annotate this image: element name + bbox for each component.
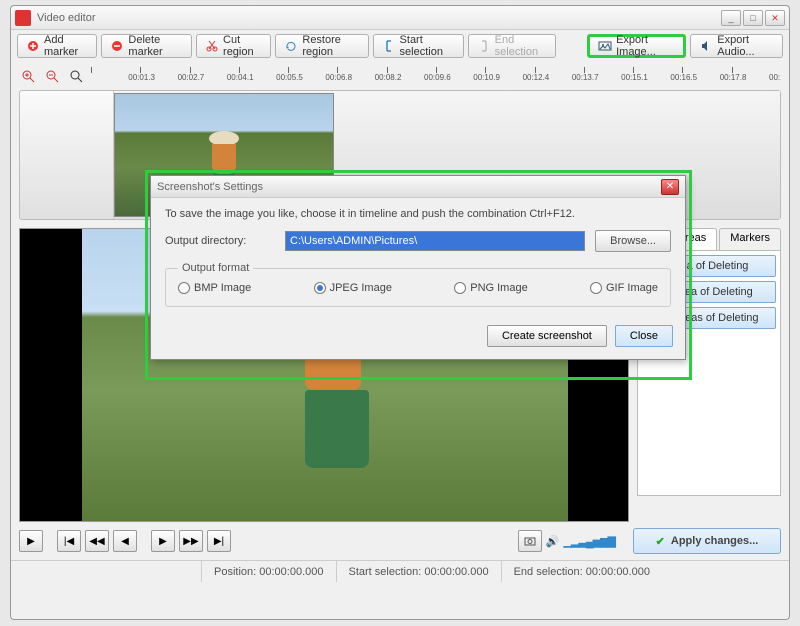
screenshot-settings-dialog: Screenshot's Settings ✕ To save the imag… bbox=[150, 175, 686, 360]
window-title: Video editor bbox=[37, 12, 721, 24]
toolbar: Add marker Delete marker Cut region Rest… bbox=[11, 30, 789, 62]
marker-minus-icon bbox=[110, 39, 124, 53]
end-selection-button: End selection bbox=[468, 34, 556, 58]
zoom-out-button[interactable] bbox=[43, 67, 61, 85]
cut-region-button[interactable]: Cut region bbox=[196, 34, 271, 58]
create-screenshot-button[interactable]: Create screenshot bbox=[487, 325, 607, 347]
rewind-button[interactable]: ◀◀ bbox=[85, 530, 109, 552]
fast-forward-button[interactable]: ▶▶ bbox=[179, 530, 203, 552]
minimize-button[interactable]: _ bbox=[721, 10, 741, 26]
position-value: 00:00:00.000 bbox=[259, 566, 323, 578]
zoom-fit-button[interactable] bbox=[67, 67, 85, 85]
radio-bmp[interactable]: BMP Image bbox=[178, 282, 251, 294]
close-button[interactable]: ✕ bbox=[765, 10, 785, 26]
apply-changes-button[interactable]: ✔Apply changes... bbox=[633, 528, 781, 554]
titlebar: Video editor _ □ ✕ bbox=[11, 6, 789, 30]
check-icon: ✔ bbox=[656, 535, 665, 548]
output-directory-field[interactable]: C:\Users\ADMIN\Pictures\ bbox=[285, 231, 585, 251]
dialog-close-action-button[interactable]: Close bbox=[615, 325, 673, 347]
restore-icon bbox=[284, 39, 298, 53]
tab-markers[interactable]: Markers bbox=[719, 228, 781, 250]
app-icon bbox=[15, 10, 31, 26]
track-header bbox=[20, 91, 114, 219]
go-end-button[interactable]: ▶| bbox=[207, 530, 231, 552]
marker-plus-icon bbox=[26, 39, 40, 53]
step-forward-button[interactable]: ▶ bbox=[151, 530, 175, 552]
dialog-title: Screenshot's Settings bbox=[157, 181, 661, 193]
export-image-button[interactable]: Export Image... bbox=[587, 34, 686, 58]
output-directory-label: Output directory: bbox=[165, 235, 275, 247]
radio-gif[interactable]: GIF Image bbox=[590, 282, 658, 294]
step-back-button[interactable]: ◀ bbox=[113, 530, 137, 552]
delete-marker-button[interactable]: Delete marker bbox=[101, 34, 192, 58]
restore-region-button[interactable]: Restore region bbox=[275, 34, 368, 58]
dialog-hint: To save the image you like, choose it in… bbox=[165, 208, 671, 220]
maximize-button[interactable]: □ bbox=[743, 10, 763, 26]
browse-button[interactable]: Browse... bbox=[595, 230, 671, 252]
radio-jpeg[interactable]: JPEG Image bbox=[314, 282, 392, 294]
end-selection-value: 00:00:00.000 bbox=[586, 566, 650, 578]
radio-png[interactable]: PNG Image bbox=[454, 282, 527, 294]
dialog-close-button[interactable]: ✕ bbox=[661, 179, 679, 195]
start-selection-button[interactable]: Start selection bbox=[373, 34, 464, 58]
play-button[interactable]: ▶ bbox=[19, 530, 43, 552]
snapshot-button[interactable] bbox=[518, 530, 542, 552]
add-marker-button[interactable]: Add marker bbox=[17, 34, 97, 58]
image-export-icon bbox=[598, 39, 612, 53]
scissors-icon bbox=[205, 39, 219, 53]
output-format-group: Output format BMP Image JPEG Image PNG I… bbox=[165, 262, 671, 307]
bracket-left-icon bbox=[382, 39, 396, 53]
audio-export-icon bbox=[699, 39, 713, 53]
start-selection-value: 00:00:00.000 bbox=[424, 566, 488, 578]
dialog-titlebar: Screenshot's Settings ✕ bbox=[151, 176, 685, 198]
export-audio-button[interactable]: Export Audio... bbox=[690, 34, 783, 58]
zoom-in-button[interactable] bbox=[19, 67, 37, 85]
bracket-right-icon bbox=[477, 39, 491, 53]
statusbar: Position: 00:00:00.000 Start selection: … bbox=[11, 560, 789, 582]
go-start-button[interactable]: |◀ bbox=[57, 530, 81, 552]
playback-controls: ▶ |◀ ◀◀ ◀ ▶ ▶▶ ▶| 🔊 ▁▂▃▄▅▆▇ ✔Apply chang… bbox=[11, 522, 789, 560]
volume-bars[interactable]: ▁▂▃▄▅▆▇ bbox=[563, 535, 615, 548]
volume-icon[interactable]: 🔊 bbox=[546, 535, 560, 548]
output-format-legend: Output format bbox=[178, 262, 253, 274]
timeline-ruler[interactable]: 0.000:01.300:02.700:04.100:05.500:06.800… bbox=[91, 67, 781, 85]
